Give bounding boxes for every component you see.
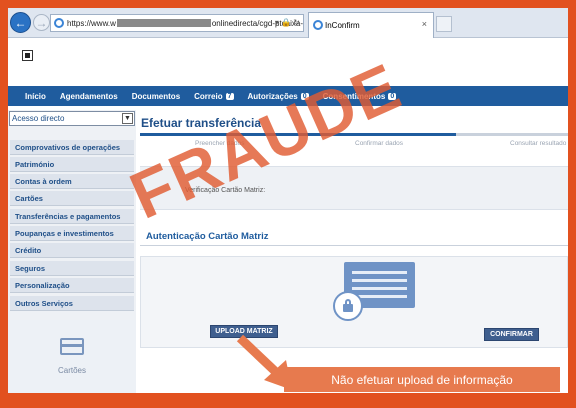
nav-label: Agendamentos — [59, 91, 118, 101]
cards-label: Cartões — [57, 366, 86, 375]
sidebar-item-comprovativos[interactable]: Comprovativos de operações — [10, 140, 134, 155]
nav-label: Documentos — [131, 91, 181, 101]
sidebar-item-outros[interactable]: Outros Serviços — [10, 296, 134, 311]
sidebar-item-seguros[interactable]: Seguros — [10, 261, 134, 276]
quick-access-select[interactable]: Acesso directo ▼ — [9, 111, 135, 126]
nav-item-agendamentos[interactable]: Agendamentos — [55, 92, 123, 101]
count-badge: 7 — [225, 92, 234, 100]
close-tab-icon[interactable]: × — [422, 19, 427, 29]
nav-label: Início — [25, 91, 46, 101]
sidebar-item-transferencias[interactable]: Transferências e pagamentos — [10, 209, 134, 224]
cards-shortcut[interactable]: Cartões — [8, 320, 136, 393]
nav-item-inicio[interactable]: Início — [20, 92, 51, 101]
chevron-down-icon[interactable]: ▼ — [122, 113, 133, 124]
address-bar[interactable]: https://www.w onlinedirecta/cgd-ptcaixa-… — [50, 14, 304, 32]
ie-icon — [54, 18, 64, 28]
nav-label: Correio — [194, 91, 223, 101]
forward-arrow-icon: → — [35, 15, 48, 30]
step-label: Confirmar dados — [355, 140, 404, 147]
select-value: Acesso directo — [12, 114, 65, 123]
sidebar: Acesso directo ▼ Comprovativos de operaç… — [8, 110, 136, 393]
browser-window: ← → https://www.w onlinedirecta/cgd-ptca… — [8, 8, 568, 393]
ie-icon — [313, 20, 323, 30]
section-divider — [140, 245, 568, 246]
step-label: Consultar resultado — [510, 140, 567, 147]
card-line — [352, 287, 407, 290]
section-title: Autenticação Cartão Matriz — [146, 231, 269, 242]
sidebar-item-credito[interactable]: Crédito — [10, 243, 134, 258]
sidebar-item-cartoes[interactable]: Cartões — [10, 191, 134, 206]
nav-item-correio[interactable]: Correio 7 — [189, 92, 238, 101]
forward-button[interactable]: → — [33, 14, 50, 31]
card-line — [352, 271, 407, 274]
warning-banner: Não efetuar upload de informação — [284, 367, 560, 392]
back-arrow-icon: ← — [14, 15, 27, 30]
browser-tab[interactable]: InConfirm × — [308, 12, 434, 38]
credit-card-icon — [60, 338, 84, 355]
new-tab-button[interactable] — [436, 16, 452, 32]
nav-item-documentos[interactable]: Documentos — [127, 92, 185, 101]
redacted-url-segment — [116, 19, 211, 27]
sidebar-item-personalizacao[interactable]: Personalização — [10, 278, 134, 293]
sidebar-item-contas[interactable]: Contas à ordem — [10, 174, 134, 189]
back-button[interactable]: ← — [10, 12, 31, 33]
browser-toolbar: ← → https://www.w onlinedirecta/cgd-ptca… — [8, 8, 568, 38]
card-line — [352, 279, 407, 282]
address-controls[interactable]: ▾ 🔒 ↻ — [275, 18, 300, 27]
tab-title: InConfirm — [325, 21, 360, 30]
url-start: https://www.w — [67, 18, 116, 28]
lock-icon — [333, 291, 363, 321]
sidebar-item-patrimonio[interactable]: Património — [10, 157, 134, 172]
lock-body — [343, 304, 353, 312]
sidebar-item-poupancas[interactable]: Poupanças e investimentos — [10, 226, 134, 241]
confirm-button[interactable]: CONFIRMAR — [484, 328, 539, 341]
bank-logo — [22, 50, 33, 61]
